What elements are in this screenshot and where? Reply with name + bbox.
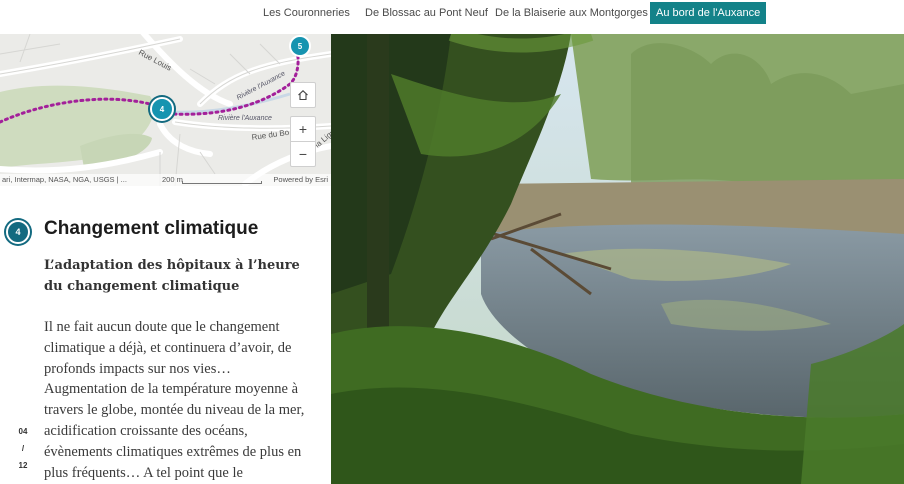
tab-les-couronneries[interactable]: Les Couronneries bbox=[263, 2, 350, 24]
minus-icon: − bbox=[298, 146, 308, 162]
plus-icon: + bbox=[298, 121, 308, 137]
zoom-in-button[interactable]: + bbox=[290, 116, 316, 142]
home-icon bbox=[298, 90, 308, 101]
scale-label: 200 m bbox=[162, 175, 183, 184]
tab-au-bord-de-l-auxance[interactable]: Au bord de l'Auxance bbox=[650, 2, 767, 24]
attribution-text: ari, Intermap, NASA, NGA, USGS | ... bbox=[2, 175, 127, 184]
counter-total: 12 bbox=[18, 461, 28, 470]
route-map[interactable]: Rue Louis Rivière l'Auxance Rivière l'Au… bbox=[0, 34, 331, 186]
home-button[interactable] bbox=[290, 82, 316, 108]
powered-by-esri[interactable]: Powered by Esri bbox=[273, 175, 328, 184]
pond-photo bbox=[331, 34, 904, 484]
section-body: Il ne fait aucun doute que le changement… bbox=[44, 319, 305, 481]
scale-bar bbox=[182, 181, 262, 184]
tab-de-blossac[interactable]: De Blossac au Pont Neuf bbox=[365, 2, 488, 24]
story-navigation: Les Couronneries De Blossac au Pont Neuf… bbox=[0, 0, 904, 34]
map-marker-4[interactable]: 4 bbox=[150, 97, 174, 121]
story-panel: 4 Changement climatique L’adaptation des… bbox=[0, 186, 331, 484]
slide-counter: 04 / 12 bbox=[14, 423, 32, 474]
zoom-out-button[interactable]: − bbox=[290, 141, 316, 167]
counter-current: 04 bbox=[18, 427, 28, 436]
section-title: Changement climatique bbox=[44, 218, 259, 239]
tab-de-la-blaiserie[interactable]: De la Blaiserie aux Montgorges bbox=[495, 2, 648, 24]
stop-number-badge: 4 bbox=[6, 220, 30, 244]
counter-separator: / bbox=[21, 444, 25, 453]
map-marker-5[interactable]: 5 bbox=[289, 35, 311, 57]
svg-text:Rivière l'Auxance: Rivière l'Auxance bbox=[218, 115, 272, 122]
map-attribution: ari, Intermap, NASA, NGA, USGS | ... 200… bbox=[0, 174, 331, 186]
section-subtitle: L’adaptation des hôpitaux à l’heure du c… bbox=[44, 258, 300, 294]
